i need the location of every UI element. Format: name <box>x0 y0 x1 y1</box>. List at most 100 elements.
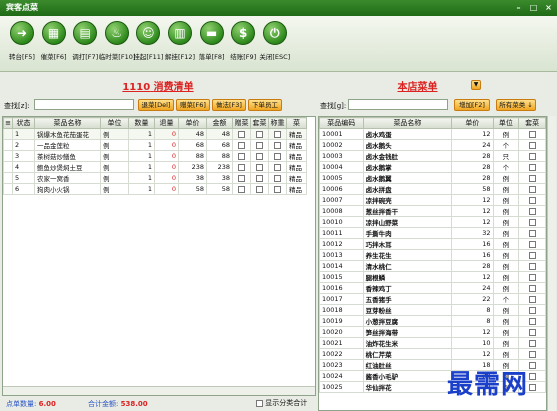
order-checkbox[interactable] <box>238 141 245 149</box>
set-meal-checkbox[interactable] <box>528 196 536 204</box>
set-meal-checkbox[interactable] <box>528 130 536 138</box>
menu-row[interactable]: 10001 卤水鸡蛋 12 例 <box>319 128 546 140</box>
menu-vscrollbar[interactable] <box>547 116 556 411</box>
order-row[interactable]: 4 鲍鱼炒煲焖土豆例 1 0 238 238 精品 <box>3 161 307 173</box>
order-column-header[interactable]: 单位 <box>100 117 129 129</box>
order-checkbox[interactable] <box>238 130 245 138</box>
set-meal-checkbox[interactable] <box>528 383 536 391</box>
order-staff-button[interactable]: 下单员工 <box>248 99 282 111</box>
menu-column-header[interactable]: 套菜 <box>518 117 546 129</box>
set-meal-checkbox[interactable] <box>528 328 536 336</box>
set-meal-checkbox[interactable] <box>528 284 536 292</box>
set-meal-checkbox[interactable] <box>528 339 536 347</box>
order-column-header[interactable]: 数量 <box>128 117 155 129</box>
order-row[interactable]: 3 茶树菇炒鳝鱼例 1 0 88 88 精品 <box>3 150 307 162</box>
order-checkbox[interactable] <box>256 152 263 160</box>
order-checkbox[interactable] <box>274 174 281 182</box>
toolbar-button-7[interactable]: $ 结账[F9] <box>225 21 261 67</box>
menu-row[interactable]: 10006 卤水拼盘 58 例 <box>319 183 546 195</box>
all-categories-button[interactable]: 所有菜类 ↓ <box>496 99 536 111</box>
order-search-input[interactable] <box>34 99 134 110</box>
menu-row[interactable]: 10014 清水桃仁 28 例 <box>319 260 546 272</box>
menu-row[interactable]: 10002 卤水鹅头 24 个 <box>319 139 546 151</box>
order-checkbox[interactable] <box>256 185 263 193</box>
order-column-header[interactable]: 退量 <box>154 117 179 129</box>
set-meal-checkbox[interactable] <box>528 174 536 182</box>
toolbar-button-5[interactable]: ▥ 解挂[F12] <box>162 21 198 67</box>
order-row[interactable]: 6 狗肉小火锅例 1 0 58 58 精品 <box>3 183 307 195</box>
menu-row[interactable]: 10017 五香猪手 22 个 <box>319 293 546 305</box>
order-row[interactable]: 5 农家一窝香例 1 0 38 38 精品 <box>3 172 307 184</box>
cooking-method-button[interactable]: 做法[F3] <box>212 99 246 111</box>
order-checkbox[interactable] <box>274 152 281 160</box>
set-meal-checkbox[interactable] <box>528 251 536 259</box>
order-column-header[interactable]: 套菜 <box>250 117 269 129</box>
show-category-toggle[interactable]: 显示分类合计 <box>256 398 307 408</box>
show-category-checkbox[interactable] <box>256 399 263 407</box>
menu-row[interactable]: 10007 凉拌碗壳 12 例 <box>319 194 546 206</box>
set-meal-checkbox[interactable] <box>528 361 536 369</box>
set-meal-checkbox[interactable] <box>528 295 536 303</box>
set-meal-checkbox[interactable] <box>528 273 536 281</box>
order-column-header[interactable]: 赠菜 <box>232 117 251 129</box>
order-checkbox[interactable] <box>238 174 245 182</box>
order-row[interactable]: 1 锅爆木鱼花茄蛋花例 1 0 48 48 精品 <box>3 128 307 140</box>
set-meal-checkbox[interactable] <box>528 141 536 149</box>
toolbar-button-6[interactable]: ▬ 落单[F8] <box>194 21 230 67</box>
menu-column-header[interactable]: 菜品名称 <box>362 117 453 129</box>
menu-column-header[interactable]: 菜品编码 <box>319 117 364 129</box>
add-dish-button[interactable]: 增加[F2] <box>454 99 490 111</box>
menu-row[interactable]: 10018 豆芽粉丝 8 例 <box>319 304 546 316</box>
return-dish-button[interactable]: 退菜[Del] <box>138 99 174 111</box>
menu-search-input[interactable] <box>348 99 448 110</box>
toolbar-button-1[interactable]: ▦ 催菜[F6] <box>36 21 72 67</box>
toolbar-button-0[interactable]: ➜ 转台[F5] <box>4 21 40 67</box>
order-row[interactable]: 2 一品金莲粒例 1 0 68 68 精品 <box>3 139 307 151</box>
menu-row[interactable]: 10004 卤水鹅掌 28 个 <box>319 161 546 173</box>
set-meal-checkbox[interactable] <box>528 185 536 193</box>
set-meal-checkbox[interactable] <box>528 372 536 380</box>
set-meal-checkbox[interactable] <box>528 317 536 325</box>
minimize-icon[interactable]: – <box>514 3 523 12</box>
toolbar-button-8[interactable]: ⏻ 关闭[ESC] <box>257 21 293 67</box>
close-icon[interactable]: × <box>544 3 553 12</box>
menu-row[interactable]: 10016 香辣鸡丁 24 例 <box>319 282 546 294</box>
toolbar-button-2[interactable]: ▤ 调打[F7] <box>67 21 103 67</box>
menu-column-header[interactable]: 单位 <box>492 117 520 129</box>
order-checkbox[interactable] <box>274 185 281 193</box>
set-meal-checkbox[interactable] <box>528 163 536 171</box>
order-checkbox[interactable] <box>238 152 245 160</box>
menu-title-dropdown[interactable]: ▼ <box>471 80 481 90</box>
menu-row[interactable]: 10012 巧拌木耳 16 例 <box>319 238 546 250</box>
menu-row[interactable]: 10019 小葱拌豆腐 8 例 <box>319 315 546 327</box>
menu-row[interactable]: 10021 油炸花生米 10 例 <box>319 337 546 349</box>
toolbar-button-3[interactable]: ♨ 临时菜[F10] <box>99 21 135 67</box>
order-checkbox[interactable] <box>274 141 281 149</box>
order-checkbox[interactable] <box>274 163 281 171</box>
set-meal-checkbox[interactable] <box>528 207 536 215</box>
order-checkbox[interactable] <box>238 163 245 171</box>
set-meal-checkbox[interactable] <box>528 152 536 160</box>
menu-column-header[interactable]: 单价 <box>451 117 494 129</box>
order-column-header[interactable]: 菜品名称 <box>34 117 101 129</box>
order-checkbox[interactable] <box>256 163 263 171</box>
gift-dish-button[interactable]: 赠菜[F6] <box>176 99 210 111</box>
maximize-icon[interactable]: □ <box>529 3 538 12</box>
menu-row[interactable]: 10020 笋丝拌海带 12 例 <box>319 326 546 338</box>
set-meal-checkbox[interactable] <box>528 240 536 248</box>
order-column-header[interactable]: 金额 <box>206 117 233 129</box>
order-checkbox[interactable] <box>238 185 245 193</box>
order-column-header[interactable]: 称重 <box>268 117 287 129</box>
menu-row[interactable]: 10011 手撕牛肉 32 例 <box>319 227 546 239</box>
set-meal-checkbox[interactable] <box>528 306 536 314</box>
menu-row[interactable]: 10015 腿根鳞 12 例 <box>319 271 546 283</box>
set-meal-checkbox[interactable] <box>528 229 536 237</box>
order-checkbox[interactable] <box>256 130 263 138</box>
order-column-header[interactable]: 状态 <box>12 117 35 129</box>
set-meal-checkbox[interactable] <box>528 262 536 270</box>
order-column-header[interactable]: 单价 <box>178 117 207 129</box>
menu-row[interactable]: 10010 凉拌山野菜 12 例 <box>319 216 546 228</box>
menu-row[interactable]: 10005 卤水鹅翼 28 例 <box>319 172 546 184</box>
menu-row[interactable]: 10003 卤水金钱肚 28 只 <box>319 150 546 162</box>
order-checkbox[interactable] <box>256 174 263 182</box>
